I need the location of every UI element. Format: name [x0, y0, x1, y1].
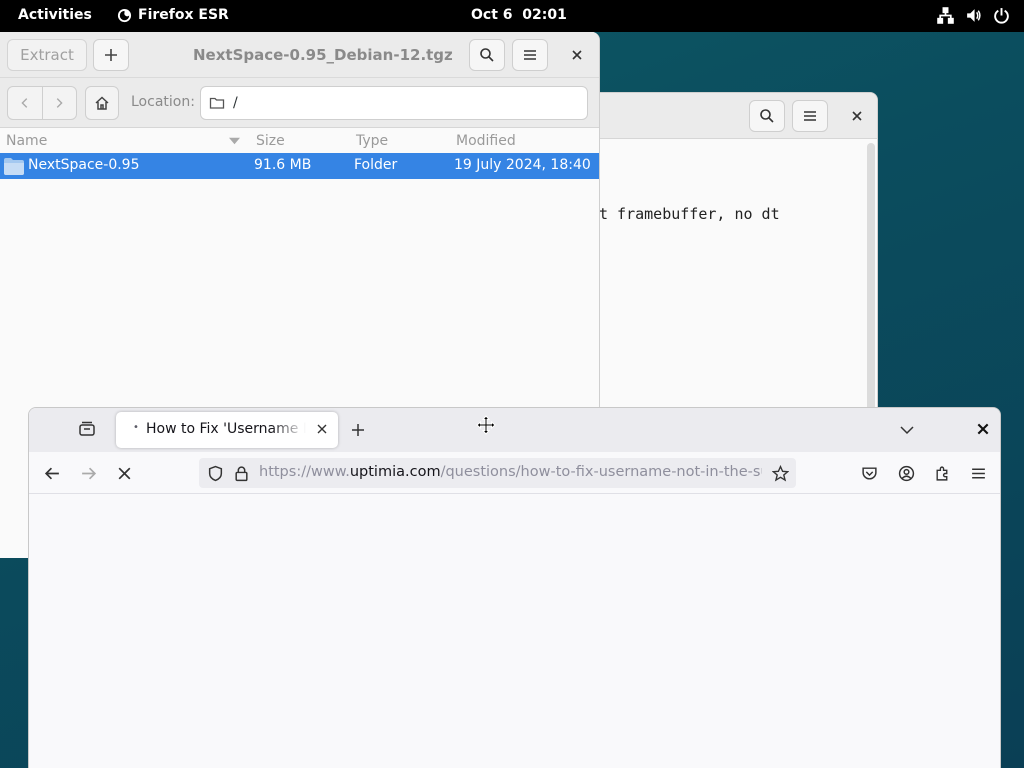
search-icon — [760, 109, 774, 123]
app-menu-label: Firefox ESR — [138, 7, 229, 23]
editor-scrollbar[interactable] — [867, 143, 875, 413]
extract-button[interactable]: Extract — [7, 39, 87, 71]
new-tab-button[interactable] — [349, 421, 367, 439]
hamburger-icon — [971, 467, 985, 479]
hamburger-icon — [804, 111, 816, 121]
url-domain: uptimia.com — [349, 464, 441, 480]
location-value: / — [233, 95, 238, 111]
firefox-view-button[interactable] — [78, 420, 96, 438]
location-bar: Location: / — [0, 78, 599, 128]
list-all-tabs-button[interactable] — [898, 421, 916, 439]
navigation-toolbar: https://www.uptimia.com/questions/how-to… — [29, 452, 1000, 494]
url-path: /questions/how-to-fix-username-not-in-th… — [440, 464, 762, 480]
forward-button[interactable] — [43, 87, 77, 119]
plus-icon — [105, 49, 117, 61]
url-prefix: https://www. — [259, 464, 350, 480]
window-title: NextSpace-0.95_Debian-12.tgz — [193, 46, 453, 64]
url-text[interactable]: https://www.uptimia.com/questions/how-to… — [259, 464, 762, 480]
search-icon — [480, 48, 494, 62]
site-info-button[interactable] — [228, 459, 254, 487]
firefox-window: • How to Fix 'Username Not in the Sudoer… — [28, 407, 1001, 768]
shield-icon — [208, 465, 222, 481]
folder-icon — [4, 158, 24, 175]
tracking-protection-button[interactable] — [201, 459, 229, 487]
activities-button[interactable]: Activities — [18, 7, 92, 23]
pocket-button[interactable] — [855, 459, 883, 487]
archive-close-button[interactable] — [565, 43, 589, 67]
tab-loading-indicator: • — [133, 422, 139, 433]
tab-strip: • How to Fix 'Username Not in the Sudoer… — [29, 408, 1000, 452]
move-cursor-icon — [476, 415, 496, 435]
system-tray[interactable] — [937, 7, 1010, 24]
folder-icon — [209, 97, 225, 109]
row-size: 91.6 MB — [254, 157, 312, 173]
column-name[interactable]: Name — [6, 133, 47, 149]
chevron-right-icon — [57, 98, 63, 108]
top-bar: Activities Firefox ESR Oct 6 02:01 — [0, 0, 1024, 32]
app-menu[interactable]: Firefox ESR — [117, 7, 229, 23]
add-files-button[interactable] — [93, 39, 129, 71]
page-content[interactable] — [29, 494, 1000, 768]
plus-icon — [352, 424, 364, 436]
archive-header: Extract NextSpace-0.95_Debian-12.tgz — [0, 32, 599, 78]
stop-icon — [118, 467, 130, 479]
location-field[interactable]: / — [200, 86, 588, 120]
app-menu-button[interactable] — [964, 459, 992, 487]
nav-buttons — [7, 86, 77, 120]
editor-text-line[interactable]: t framebuffer, no dt — [599, 205, 780, 223]
column-type[interactable]: Type — [356, 133, 388, 149]
arrow-right-icon — [81, 467, 96, 479]
network-icon — [937, 7, 954, 24]
clock[interactable]: Oct 6 02:01 — [471, 7, 567, 23]
chevron-left-icon — [21, 98, 27, 108]
bookmark-button[interactable] — [767, 459, 793, 487]
location-label: Location: — [131, 94, 195, 110]
stop-button[interactable] — [110, 459, 138, 487]
arrow-left-icon — [44, 467, 59, 479]
chevron-down-icon — [900, 426, 914, 435]
text-editor-window: t framebuffer, no dt — [560, 92, 878, 422]
row-type: Folder — [354, 157, 398, 173]
close-icon[interactable] — [316, 423, 328, 435]
row-name: NextSpace-0.95 — [28, 157, 140, 173]
volume-icon — [967, 9, 981, 22]
home-button[interactable] — [85, 86, 119, 120]
pocket-icon — [861, 466, 877, 480]
forward-button[interactable] — [74, 459, 102, 487]
archive-menu-button[interactable] — [512, 39, 548, 71]
column-modified[interactable]: Modified — [456, 133, 516, 149]
window-close-button[interactable] — [976, 422, 990, 436]
row-modified: 19 July 2024, 18:40 — [454, 157, 591, 173]
editor-close-button[interactable] — [845, 104, 869, 128]
sort-down-icon — [229, 137, 240, 145]
back-button[interactable] — [38, 459, 66, 487]
account-button[interactable] — [892, 459, 920, 487]
column-size[interactable]: Size — [256, 133, 285, 149]
lock-icon — [234, 465, 248, 481]
archive-search-button[interactable] — [469, 39, 505, 71]
firefox-view-icon — [79, 421, 95, 436]
browser-tab[interactable]: • How to Fix 'Username Not in the Sudoer… — [116, 412, 338, 448]
column-headers: Name Size Type Modified — [0, 128, 599, 154]
home-icon — [95, 96, 109, 110]
puzzle-icon — [935, 466, 947, 481]
tab-title: How to Fix 'Username Not in the Sudoers … — [146, 421, 306, 437]
firefox-icon — [117, 8, 132, 22]
close-icon — [852, 111, 862, 121]
url-bar[interactable]: https://www.uptimia.com/questions/how-to… — [199, 458, 796, 488]
editor-header — [561, 93, 877, 139]
close-icon — [572, 50, 582, 60]
hamburger-icon — [524, 50, 536, 60]
extensions-button[interactable] — [928, 459, 956, 487]
editor-menu-button[interactable] — [792, 100, 828, 132]
account-icon — [898, 465, 914, 481]
star-icon — [771, 464, 789, 482]
table-row[interactable]: NextSpace-0.95 91.6 MB Folder 19 July 20… — [0, 153, 599, 179]
close-icon — [977, 423, 989, 435]
power-icon — [994, 8, 1009, 24]
editor-search-button[interactable] — [749, 100, 785, 132]
back-button[interactable] — [8, 87, 43, 119]
